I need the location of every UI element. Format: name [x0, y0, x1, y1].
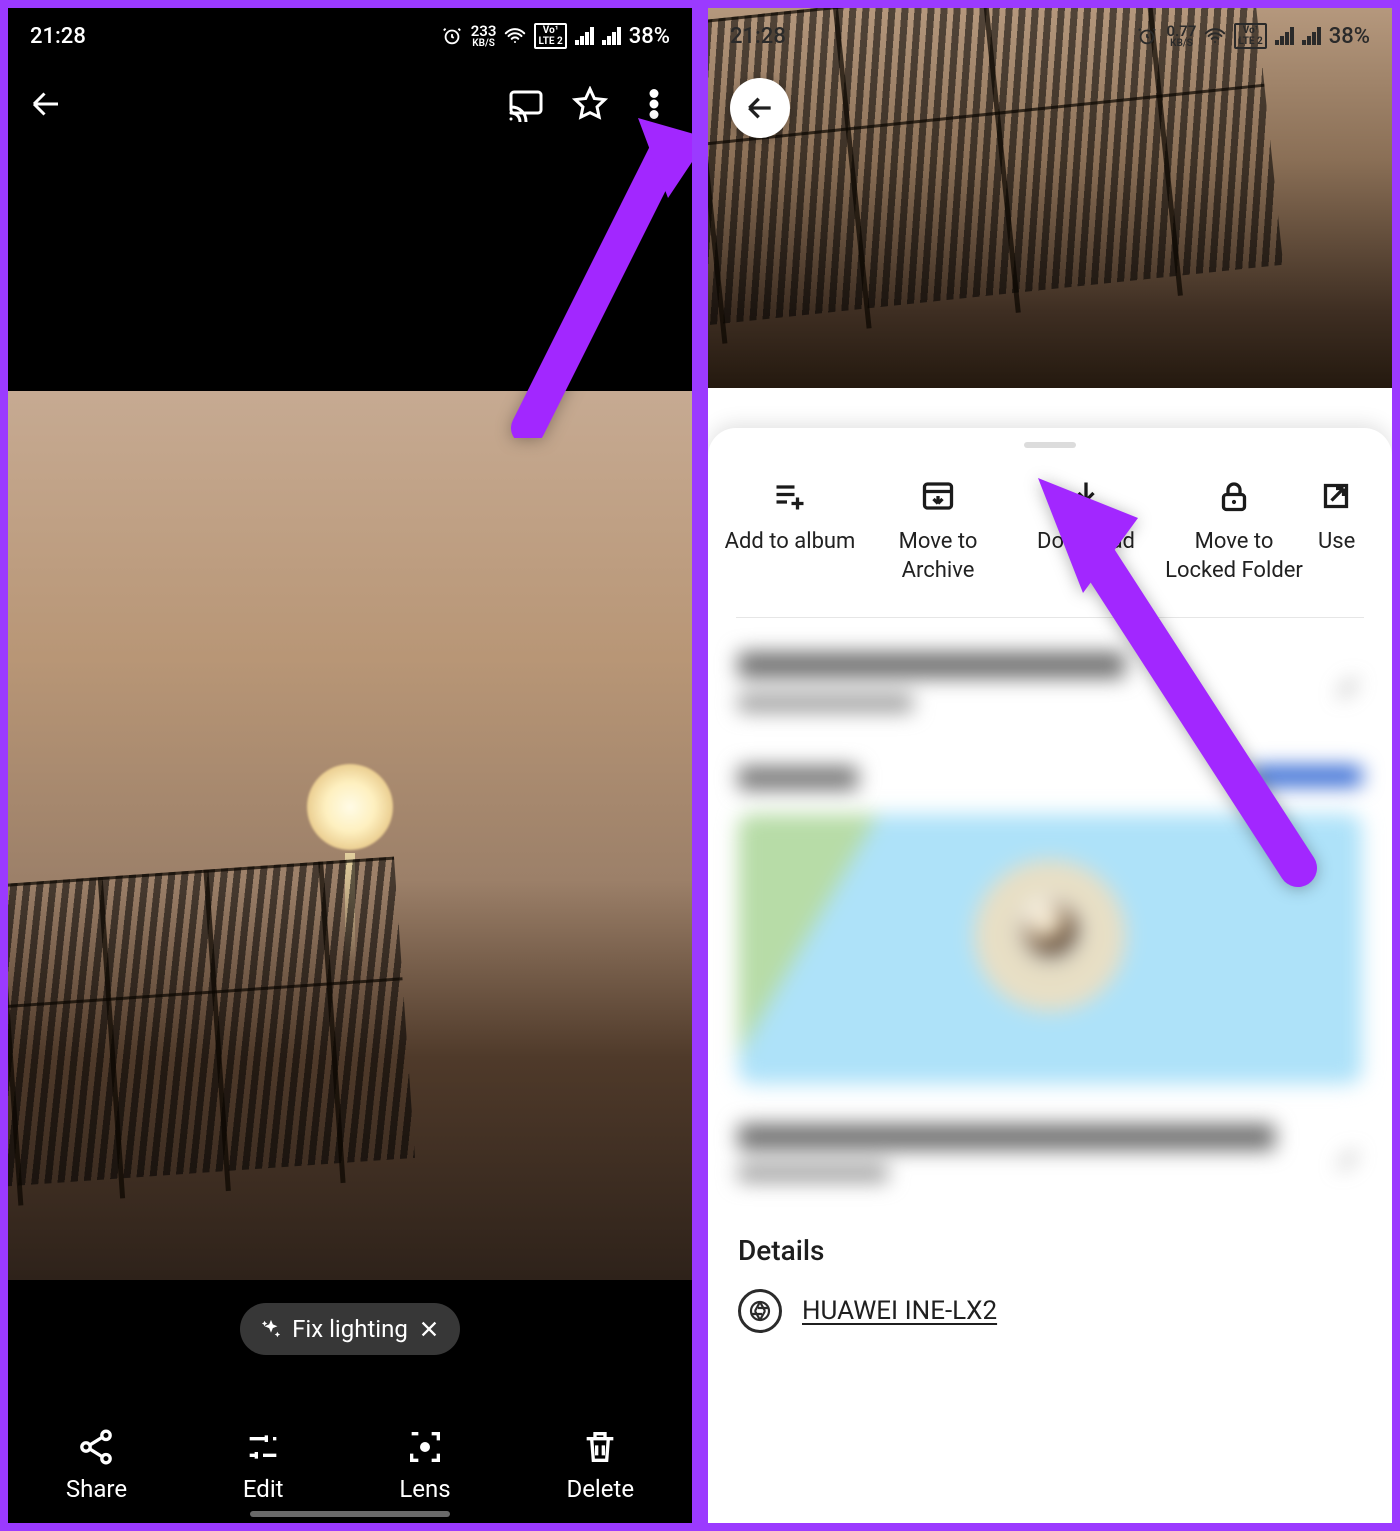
photo-content — [8, 391, 692, 1280]
edit-label: Edit — [243, 1475, 284, 1503]
arrow-left-icon — [28, 86, 64, 122]
location-label — [738, 766, 858, 790]
wifi-icon — [1204, 25, 1226, 47]
date-caption-section[interactable] — [708, 618, 1392, 722]
download-icon — [1068, 478, 1104, 514]
sheet-grabber[interactable] — [1024, 442, 1076, 448]
arrow-left-icon — [744, 92, 776, 124]
share-button[interactable]: Share — [66, 1427, 127, 1503]
move-to-locked-folder-button[interactable]: Move to Locked Folder — [1160, 478, 1308, 585]
status-right-cluster: 233 KB/S Vo¹LTE 2 38% — [441, 23, 670, 49]
archive-icon — [920, 478, 956, 514]
sheet-action-row: Add to album Move to Archive Download Mo… — [708, 456, 1392, 617]
signal-icon-2 — [602, 27, 621, 45]
lock-icon — [1216, 478, 1252, 514]
status-bar: 21:28 0.77 KB/S Vo¹LTE 2 38% — [708, 8, 1392, 64]
star-icon — [572, 86, 608, 122]
more-vertical-icon — [636, 86, 672, 122]
lte-badge: Vo¹LTE 2 — [534, 23, 566, 49]
status-data-rate: 0.77 KB/S — [1166, 24, 1196, 49]
edit-location-button[interactable] — [1336, 1146, 1362, 1172]
device-row[interactable]: HUAWEI INE-LX2 — [708, 1285, 1392, 1351]
suggestion-chip-row: Fix lighting — [8, 1303, 692, 1355]
status-bar: 21:28 233 KB/S Vo¹LTE 2 38% — [8, 8, 692, 64]
playlist-add-icon — [772, 478, 808, 514]
action-label: Move to Locked Folder — [1160, 528, 1308, 585]
sliders-icon — [243, 1427, 283, 1467]
back-button[interactable] — [28, 86, 64, 126]
lens-button[interactable]: Lens — [399, 1427, 450, 1503]
pencil-icon — [1336, 1146, 1362, 1172]
map-pin-icon — [1018, 896, 1082, 960]
action-label: Move to Archive — [864, 528, 1012, 585]
phone-screen-photo-viewer: 21:28 233 KB/S Vo¹LTE 2 38% — [4, 4, 696, 1527]
delete-button[interactable]: Delete — [566, 1427, 634, 1503]
signal-icon — [575, 27, 594, 45]
edit-button[interactable]: Edit — [243, 1427, 284, 1503]
close-icon[interactable] — [418, 1318, 440, 1340]
trash-icon — [580, 1427, 620, 1467]
share-label: Share — [66, 1475, 127, 1503]
aperture-icon — [738, 1289, 782, 1333]
add-to-album-button[interactable]: Add to album — [716, 478, 864, 585]
location-header — [708, 722, 1392, 806]
home-indicator[interactable] — [250, 1511, 450, 1517]
delete-label: Delete — [566, 1475, 634, 1503]
chip-label: Fix lighting — [292, 1315, 408, 1343]
pencil-icon — [1336, 674, 1362, 700]
more-menu-button[interactable] — [636, 86, 672, 126]
wifi-icon — [504, 25, 526, 47]
move-to-archive-button[interactable]: Move to Archive — [864, 478, 1012, 585]
status-right-cluster: 0.77 KB/S Vo¹LTE 2 38% — [1136, 23, 1370, 49]
edit-date-button[interactable] — [1336, 674, 1362, 700]
download-button[interactable]: Download — [1012, 478, 1160, 585]
lens-label: Lens — [399, 1475, 450, 1503]
photo-bottom-bar: Share Edit Lens Delete — [8, 1427, 692, 1503]
place-name-section[interactable] — [708, 1104, 1392, 1212]
status-time: 21:28 — [30, 24, 86, 49]
see-places-link[interactable] — [1252, 766, 1362, 786]
share-icon — [76, 1427, 116, 1467]
alarm-icon — [1136, 25, 1158, 47]
use-as-button[interactable]: Use — [1308, 478, 1378, 585]
lens-icon — [405, 1427, 445, 1467]
alarm-icon — [441, 25, 463, 47]
sparkle-icon — [260, 1318, 282, 1340]
action-label: Use — [1318, 528, 1355, 557]
cast-button[interactable] — [508, 86, 544, 126]
device-model: HUAWEI INE-LX2 — [802, 1296, 997, 1326]
status-data-rate: 233 KB/S — [471, 24, 497, 49]
phone-screen-photo-details-sheet: 21:28 0.77 KB/S Vo¹LTE 2 38% Add to albu… — [704, 4, 1396, 1527]
open-in-new-icon — [1318, 478, 1354, 514]
lte-badge: Vo¹LTE 2 — [1234, 23, 1266, 49]
status-time: 21:28 — [730, 24, 786, 49]
signal-icon-2 — [1302, 27, 1321, 45]
cast-icon — [508, 86, 544, 122]
photo-info-sheet[interactable]: Add to album Move to Archive Download Mo… — [708, 428, 1392, 1523]
signal-icon — [1275, 27, 1294, 45]
action-label: Download — [1037, 528, 1135, 557]
favorite-button[interactable] — [572, 86, 608, 126]
status-battery: 38% — [629, 24, 670, 49]
details-heading: Details — [708, 1212, 1392, 1285]
photo-content — [708, 8, 1392, 388]
location-map[interactable] — [738, 814, 1362, 1084]
photo-top-toolbar — [8, 64, 692, 148]
action-label: Add to album — [725, 528, 856, 557]
status-battery: 38% — [1329, 24, 1370, 49]
fix-lighting-chip[interactable]: Fix lighting — [240, 1303, 460, 1355]
back-button[interactable] — [730, 78, 790, 138]
